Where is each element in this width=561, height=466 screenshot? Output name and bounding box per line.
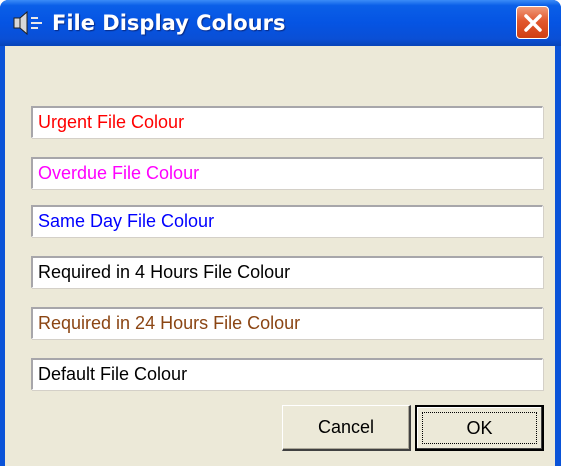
dialog-window: File Display Colours Urgent File Colour … [0, 0, 561, 466]
required-4-hours-file-colour-field[interactable]: Required in 4 Hours File Colour [31, 256, 543, 288]
close-icon [524, 14, 542, 32]
cancel-button[interactable]: Cancel [282, 405, 411, 451]
same-day-file-colour-field[interactable]: Same Day File Colour [31, 205, 543, 237]
required-24-hours-file-colour-field[interactable]: Required in 24 Hours File Colour [31, 307, 543, 339]
ok-button[interactable]: OK [415, 405, 544, 451]
urgent-file-colour-field[interactable]: Urgent File Colour [31, 106, 543, 138]
title-bar[interactable]: File Display Colours [0, 0, 561, 46]
close-button[interactable] [516, 6, 549, 39]
default-file-colour-field[interactable]: Default File Colour [31, 358, 543, 390]
ok-button-label: OK [466, 418, 493, 438]
dialog-client-area: Urgent File Colour Overdue File Colour S… [5, 46, 555, 466]
overdue-file-colour-field[interactable]: Overdue File Colour [31, 157, 543, 189]
window-title: File Display Colours [52, 11, 286, 35]
speaker-icon[interactable] [12, 10, 44, 36]
